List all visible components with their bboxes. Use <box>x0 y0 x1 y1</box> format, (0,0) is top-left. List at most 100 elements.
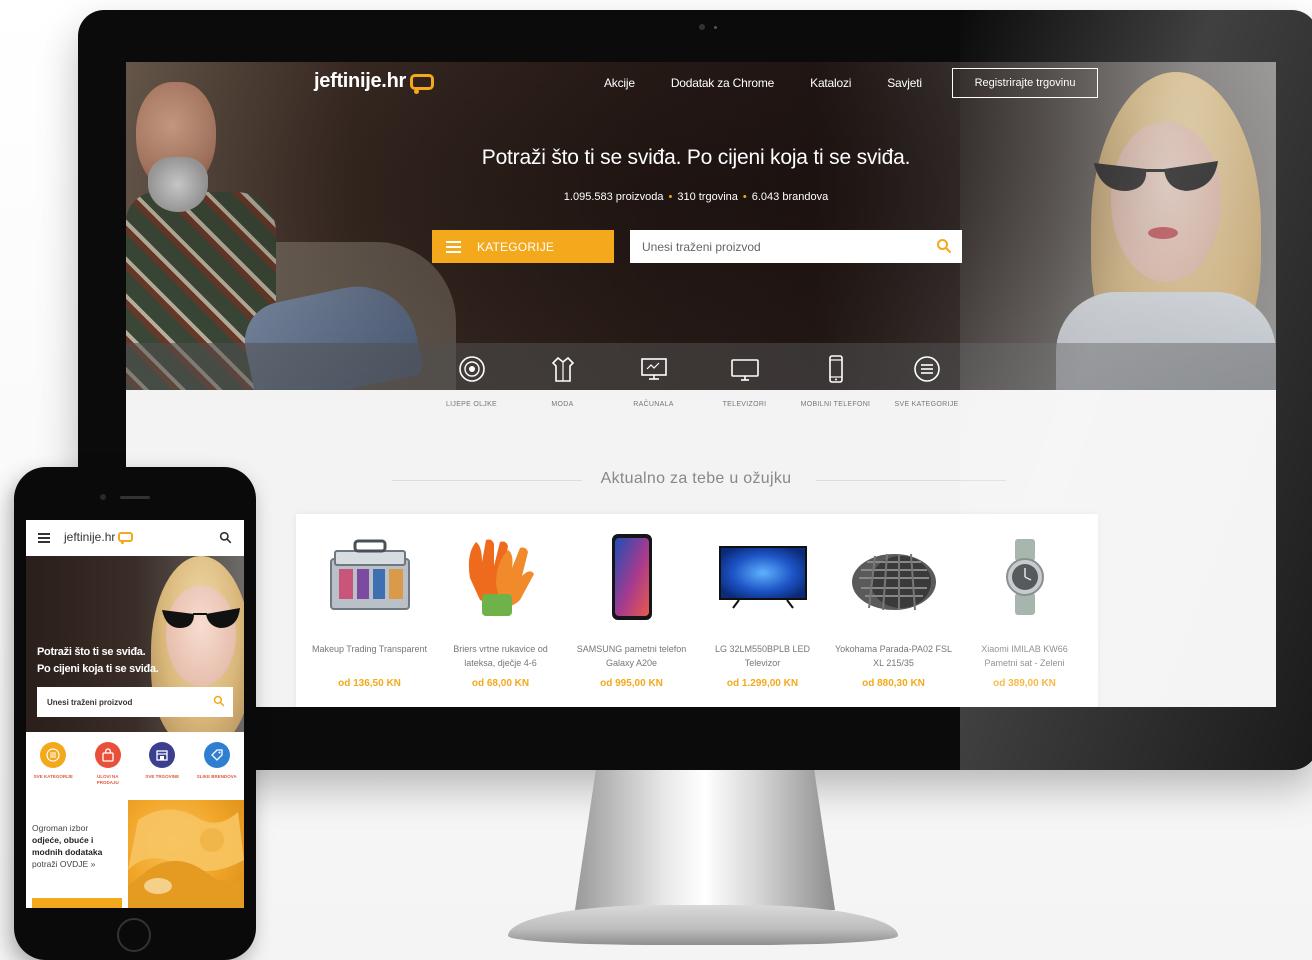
category-label: MOBILNI TELEFONI <box>800 401 871 408</box>
perfume-icon <box>457 354 487 384</box>
stat-separator: • <box>668 191 673 203</box>
product-card[interactable]: Yokohama Parada-PA02 FSL XL 215/35 od 88… <box>828 532 959 707</box>
mobile-category-stores[interactable]: SVE TRGOVINE <box>137 742 187 802</box>
search-box <box>630 230 962 263</box>
tv-icon <box>730 354 760 384</box>
product-price: od 1.299,00 KN <box>726 678 799 689</box>
mobile-hero-sunglasses <box>162 608 240 628</box>
smartwatch-icon <box>975 532 1075 622</box>
product-card[interactable]: Briers vrtne rukavice od lateksa, dječje… <box>435 532 566 707</box>
categories-button-label: KATEGORIJE <box>477 239 555 254</box>
shopping-bag-icon <box>94 742 121 768</box>
mobile-category-label: SVE KATEGORIJE <box>33 774 73 779</box>
product-price: od 136,50 KN <box>338 678 401 689</box>
phone-icon <box>821 354 851 384</box>
mobile-category-label: SVE TRGOVINE <box>145 774 180 779</box>
mobile-headline-line: Potraži što ti se sviđa. <box>37 646 146 658</box>
mobile-screen: jeftinije.hr Potraži što ti se sviđa. Po… <box>26 520 244 908</box>
monitor-stand <box>575 770 835 910</box>
menu-icon[interactable] <box>38 533 50 543</box>
promo-line: Ogroman izbor <box>32 823 89 833</box>
desktop-screen: jeftinije.hr Akcije Dodatak za Chrome Ka… <box>126 62 1276 707</box>
nav-katalozi[interactable]: Katalozi <box>810 76 851 90</box>
promo-button[interactable] <box>32 898 122 908</box>
product-price: od 995,00 KN <box>600 678 663 689</box>
scene: jeftinije.hr Akcije Dodatak za Chrome Ka… <box>0 0 1312 960</box>
mobile-search-input[interactable]: Unesi traženi proizvod <box>37 687 233 717</box>
category-label: RAČUNALA <box>633 401 674 408</box>
product-carousel: Makeup Trading Transparent od 136,50 KN … <box>296 514 1098 707</box>
stat-stores: 310 trgovina <box>677 191 738 203</box>
search-icon[interactable] <box>213 695 225 707</box>
mobile-category-all[interactable]: SVE KATEGORIJE <box>28 742 78 802</box>
section-title: Aktualno za tebe u ožujku <box>600 470 792 487</box>
stat-separator: • <box>742 191 747 203</box>
monitor-sensor <box>714 26 717 29</box>
promo-fashion-image <box>128 800 244 908</box>
stat-brands: 6.043 brandova <box>751 191 829 203</box>
mobile-search-placeholder: Unesi traženi proizvod <box>47 697 133 707</box>
product-name: Yokohama Parada-PA02 FSL XL 215/35 <box>834 644 953 668</box>
list-icon <box>40 742 67 768</box>
mobile-logo-text: jeftinije.hr <box>64 530 116 544</box>
category-label: MODA <box>551 401 574 408</box>
hero-vignette <box>126 62 1276 390</box>
search-icon[interactable] <box>936 238 952 254</box>
smartphone-icon <box>582 532 682 622</box>
product-name: Xiaomi IMILAB KW66 Pametni sat - Zeleni <box>981 644 1068 668</box>
category-label: SVE KATEGORIJE <box>894 401 959 408</box>
list-icon <box>912 354 942 384</box>
hero-banner <box>126 62 1276 390</box>
nav-chrome-extension[interactable]: Dodatak za Chrome <box>671 76 775 90</box>
search-input[interactable] <box>642 239 922 254</box>
hero-headline: Potraži što ti se sviđa. Po cijeni koja … <box>481 146 911 169</box>
mobile-category-label: ULOVI NA PRODAJU <box>96 774 119 785</box>
tire-icon <box>844 532 944 622</box>
product-card[interactable]: SAMSUNG pametni telefon Galaxy A20e od 9… <box>566 532 697 707</box>
product-price: od 68,00 KN <box>471 678 530 689</box>
register-store-button[interactable]: Registrirajte trgovinu <box>952 68 1098 98</box>
logo-bubble-icon <box>118 532 134 544</box>
site-logo-text: jeftinije.hr <box>314 70 406 92</box>
search-icon[interactable] <box>219 531 232 544</box>
monitor-stand-base <box>508 905 898 945</box>
mobile-promo-banner[interactable]: Ogroman izbor odjeće, obuće i modnih dod… <box>26 800 244 908</box>
promo-bold-line: odjeće, obuće i <box>32 835 94 845</box>
computer-icon <box>639 354 669 384</box>
gloves-icon <box>451 532 551 622</box>
site-logo[interactable]: jeftinije.hr <box>314 70 434 94</box>
mobile-category-deals[interactable]: ULOVI NA PRODAJU <box>83 742 133 802</box>
mobile-headline-line: Po cijeni koja ti se sviđa. <box>37 663 159 675</box>
category-fashion[interactable]: MODA <box>517 354 608 408</box>
shirt-icon <box>548 354 578 384</box>
category-label: TELEVIZORI <box>722 401 767 408</box>
mobile-category-row: SVE KATEGORIJE ULOVI NA PRODAJU SVE TRGO… <box>26 732 244 802</box>
mobile-category-brands[interactable]: SLIKE BRENDOVA <box>192 742 242 802</box>
product-card[interactable]: Xiaomi IMILAB KW66 Pametni sat - Zeleni … <box>959 532 1090 707</box>
phone-home-button[interactable] <box>117 918 151 952</box>
mobile-logo[interactable]: jeftinije.hr <box>64 530 134 544</box>
category-list: LIJEPE OLJKE MODA RAČUNALA TELEVIZORI MO… <box>426 354 972 408</box>
category-perfumes[interactable]: LIJEPE OLJKE <box>426 354 517 408</box>
product-card[interactable]: LG 32LM550BPLB LED Televizor od 1.299,00… <box>697 532 828 707</box>
nav-savjeti[interactable]: Savjeti <box>887 76 922 90</box>
category-mobile-phones[interactable]: MOBILNI TELEFONI <box>790 354 881 408</box>
mobile-hero: Potraži što ti se sviđa. Po cijeni koja … <box>26 556 244 756</box>
promo-bold-line: modnih dodataka <box>32 847 103 857</box>
categories-button[interactable]: KATEGORIJE <box>432 230 614 263</box>
makeup-case-icon <box>320 532 420 622</box>
main-nav: Akcije Dodatak za Chrome Katalozi Savjet… <box>604 76 922 90</box>
tag-icon <box>203 742 230 768</box>
category-all[interactable]: SVE KATEGORIJE <box>881 354 972 408</box>
promo-text: Ogroman izbor odjeće, obuće i modnih dod… <box>32 822 128 870</box>
nav-akcije[interactable]: Akcije <box>604 76 635 90</box>
category-tvs[interactable]: TELEVIZORI <box>699 354 790 408</box>
category-computers[interactable]: RAČUNALA <box>608 354 699 408</box>
product-name: Makeup Trading Transparent <box>311 644 428 654</box>
product-price: od 389,00 KN <box>993 678 1056 689</box>
product-card[interactable]: Makeup Trading Transparent od 136,50 KN <box>304 532 435 707</box>
mobile-category-label: SLIKE BRENDOVA <box>196 774 237 779</box>
promo-link[interactable]: potraži OVDJE » <box>32 858 128 870</box>
product-name: LG 32LM550BPLB LED Televizor <box>714 644 811 668</box>
monitor-camera <box>699 24 705 30</box>
